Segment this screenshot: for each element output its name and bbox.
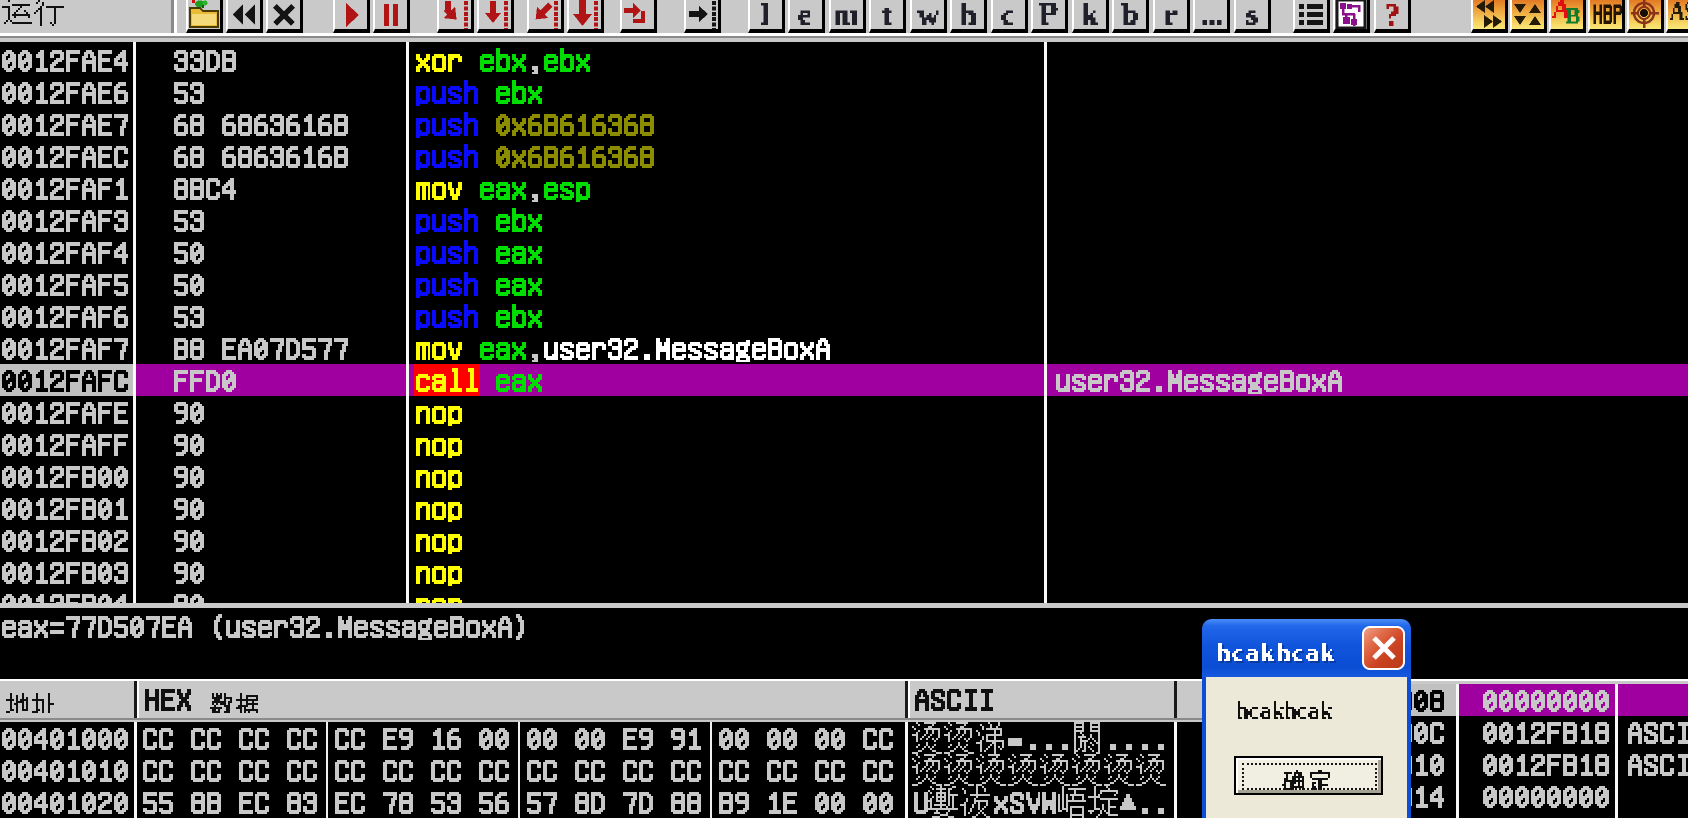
- toolbar-separator-highlight: [174, 0, 177, 33]
- call-stack-window-button[interactable]: [1072, 0, 1109, 33]
- pause-icon: [375, 0, 407, 29]
- toolbar: 运行: [0, 0, 1688, 42]
- letter-m-icon: [831, 0, 863, 29]
- executables-window-button[interactable]: [788, 0, 825, 33]
- breakpoints-window-button[interactable]: [1112, 0, 1149, 33]
- execute-till-return-button[interactable]: [620, 0, 657, 33]
- dump-header: [0, 679, 1310, 722]
- plugin-as-button[interactable]: [1666, 0, 1688, 33]
- close-program-button[interactable]: [266, 0, 303, 33]
- plugin-arrows-button[interactable]: [1471, 0, 1508, 33]
- letter-h-icon: [952, 0, 984, 29]
- step-over-button[interactable]: [477, 0, 514, 33]
- disassembly-pane[interactable]: [0, 42, 1688, 603]
- ollydbg-window: 运行 eax=77D507EA (user32.MessageBoxA) hca…: [0, 0, 1688, 818]
- status-label: 运行: [2, 0, 72, 33]
- windows-list-button[interactable]: [1293, 0, 1330, 33]
- plugin-updown-icon: [1512, 0, 1544, 29]
- animate-over-icon: [569, 0, 601, 29]
- animate-over-button[interactable]: [567, 0, 604, 33]
- letter-c-icon: [993, 0, 1025, 29]
- message-box-body: hcakhcak 确定: [1202, 677, 1411, 818]
- window-arrange-button[interactable]: [1333, 0, 1370, 33]
- animate-into-button[interactable]: [527, 0, 564, 33]
- handles-window-button[interactable]: [950, 0, 987, 33]
- plugin-target-button[interactable]: [1627, 0, 1664, 33]
- letter-more-icon: [1195, 0, 1227, 29]
- question-icon: [1376, 0, 1408, 29]
- animate-into-icon: [529, 0, 561, 29]
- open-file-button[interactable]: [186, 0, 223, 33]
- plugin-target-icon: [1629, 0, 1661, 29]
- letter-s-icon: [1236, 0, 1268, 29]
- disassembly-text: [0, 42, 1688, 603]
- memory-window-button[interactable]: [829, 0, 866, 33]
- more-windows-button[interactable]: [1193, 0, 1230, 33]
- message-box-close-button[interactable]: [1362, 626, 1405, 670]
- step-into-button[interactable]: [437, 0, 474, 33]
- go-to-address-button[interactable]: [684, 0, 721, 33]
- windows-icon: [1335, 0, 1367, 29]
- toolbar-bottom-shadow: [0, 36, 1688, 38]
- letter-e-icon: [790, 0, 822, 29]
- letter-P-icon: [1033, 0, 1065, 29]
- windows-window-button[interactable]: [910, 0, 947, 33]
- list-icon: [1295, 0, 1327, 29]
- source-window-button[interactable]: [1234, 0, 1271, 33]
- message-box-message: hcakhcak: [1236, 695, 1356, 729]
- plugin-hbp-button[interactable]: [1588, 0, 1625, 33]
- run-button[interactable]: [333, 0, 370, 33]
- letter-r-icon: [1155, 0, 1187, 29]
- message-box: hcakhcak hcakhcak 确定: [1202, 619, 1411, 818]
- rewind-icon: [228, 0, 260, 29]
- letter-l-icon: [750, 0, 782, 29]
- letter-w-icon: [912, 0, 944, 29]
- plugin-ab-icon: [1551, 0, 1583, 29]
- ok-button[interactable]: 确定: [1234, 756, 1383, 795]
- letter-b-icon: [1114, 0, 1146, 29]
- close-x-icon: [1372, 636, 1396, 660]
- patches-window-button[interactable]: [1031, 0, 1068, 33]
- ok-button-label: 确定: [1282, 762, 1342, 792]
- references-window-button[interactable]: [1153, 0, 1190, 33]
- close-x-icon: [268, 0, 300, 29]
- step-into-icon: [439, 0, 471, 29]
- message-box-title: hcakhcak: [1216, 637, 1346, 667]
- goto-icon: [686, 0, 718, 29]
- letter-t-icon: [871, 0, 903, 29]
- help-button[interactable]: [1374, 0, 1411, 33]
- plugin-as-icon: [1668, 0, 1688, 29]
- dump-pane[interactable]: [0, 679, 1310, 818]
- till-return-icon: [622, 0, 654, 29]
- log-window-button[interactable]: [748, 0, 785, 33]
- info-pane[interactable]: eax=77D507EA (user32.MessageBoxA): [0, 608, 1688, 679]
- step-over-icon: [479, 0, 511, 29]
- dump-header-text: [0, 679, 1310, 722]
- pause-button[interactable]: [373, 0, 410, 33]
- cpu-window-button[interactable]: [991, 0, 1028, 33]
- plugin-ab-button[interactable]: [1549, 0, 1586, 33]
- play-icon: [335, 0, 367, 29]
- threads-window-button[interactable]: [869, 0, 906, 33]
- letter-k-icon: [1074, 0, 1106, 29]
- plugin-hbp-icon: [1590, 0, 1622, 29]
- plugin-updown-button[interactable]: [1510, 0, 1547, 33]
- plugin-arrows-icon: [1473, 0, 1505, 29]
- restart-button[interactable]: [226, 0, 263, 33]
- dump-rows-text: [0, 722, 1310, 818]
- info-pane-text: eax=77D507EA (user32.MessageBoxA): [0, 608, 1688, 679]
- folder-icon: [188, 0, 220, 29]
